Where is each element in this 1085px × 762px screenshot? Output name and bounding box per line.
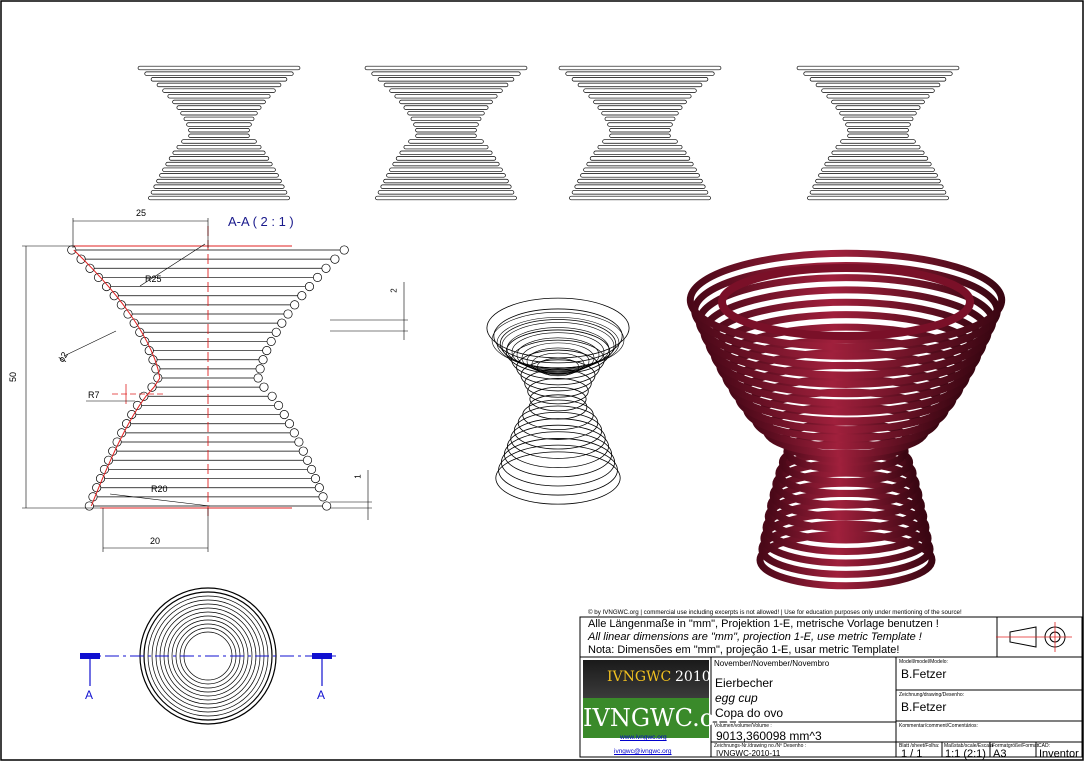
top-view xyxy=(80,587,336,725)
note-en: All linear dimensions are "mm", projecti… xyxy=(588,631,922,643)
dim-bottom-width: 20 xyxy=(150,536,161,546)
format-value: A3 xyxy=(993,748,1007,760)
model-value: B.Fetzer xyxy=(901,667,947,681)
note-de: Alle Längenmaße in "mm", Projektion 1-E,… xyxy=(588,618,939,630)
cad-value: Inventor xyxy=(1039,748,1079,760)
section-view-a-a xyxy=(67,226,349,520)
projection-symbol-icon xyxy=(996,622,1072,652)
front-view xyxy=(796,65,960,201)
drawn-value: B.Fetzer xyxy=(901,700,947,714)
note-pt: Nota: Dimensões em "mm", projeção 1-E, u… xyxy=(588,644,900,656)
cut-label-right: A xyxy=(317,688,326,702)
cut-label-left: A xyxy=(85,688,94,702)
drawing-sheet xyxy=(0,0,1084,761)
dim-r25: R25 xyxy=(145,274,162,284)
dim-offset: 1 xyxy=(353,474,363,479)
isometric-outline-view xyxy=(486,297,630,505)
title-de: Eierbecher xyxy=(715,676,774,690)
front-views xyxy=(137,65,960,201)
dim-top-width: 25 xyxy=(136,208,147,218)
website-link[interactable]: www.ivngwc.org xyxy=(620,734,667,741)
logo-text: IVNGWC xyxy=(607,669,672,685)
volume-value: 9013,360098 mm^3 xyxy=(716,729,822,743)
dim-r20: R20 xyxy=(151,484,168,494)
drawn-label: Zeichnung/drawing/Desenho: xyxy=(899,692,965,698)
ivngwc-logo: IVNGWC 2010 IVNGWC.org xyxy=(583,660,741,738)
dim-pitch: 2 xyxy=(389,288,399,293)
section-label: A-A ( 2 : 1 ) xyxy=(228,214,294,229)
sheet-value: 1 / 1 xyxy=(901,748,923,760)
front-view xyxy=(558,65,722,201)
dim-r7: R7 xyxy=(88,390,100,400)
shaded-3d-view xyxy=(686,249,1006,590)
logo-org: IVNGWC.org xyxy=(583,698,741,738)
model-label: Modell/model/Modelo: xyxy=(899,659,948,665)
dim-height: 50 xyxy=(8,371,19,383)
title-en: egg cup xyxy=(715,691,758,705)
comment-label: Kommentar/comment/Comentários: xyxy=(899,723,978,729)
email-link[interactable]: ivngwc@ivngwc.org xyxy=(614,748,672,755)
scale-value: 1:1 (2:1) xyxy=(945,748,986,760)
drawing-no: IVNGWC-2010-11 xyxy=(716,749,781,758)
logo-year: 2010 xyxy=(675,669,711,685)
copyright-notice: © by IVNGWC.org | commercial use includi… xyxy=(588,609,962,616)
front-view xyxy=(364,65,528,201)
month-label: November/November/Novembro xyxy=(714,659,830,668)
title-pt: Copa do ovo xyxy=(715,706,784,720)
front-view xyxy=(137,65,301,201)
